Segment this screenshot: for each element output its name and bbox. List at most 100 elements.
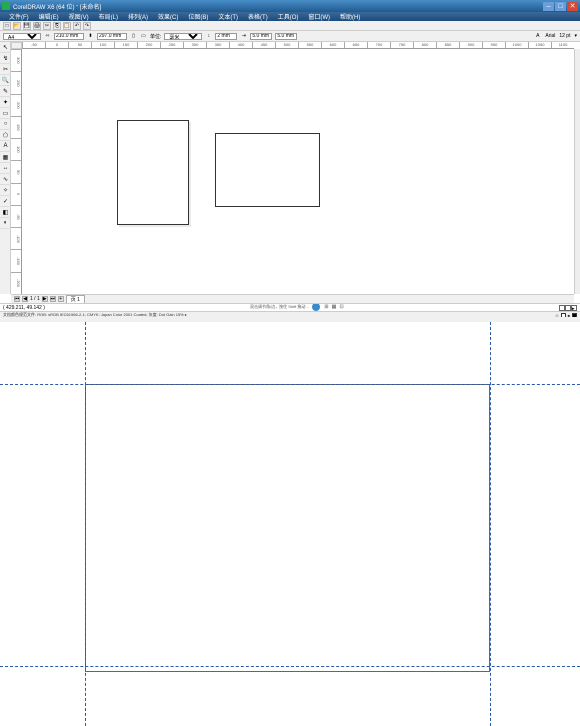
menu-item-6[interactable]: 位图(B) bbox=[183, 12, 213, 21]
menu-bar: 文件(F)编辑(E)视图(V)布局(L)排列(A)效果(C)位图(B)文本(T)… bbox=[0, 12, 580, 21]
landscape-icon[interactable]: ▭ bbox=[140, 33, 147, 40]
menu-item-7[interactable]: 文本(T) bbox=[213, 12, 243, 21]
ruler-h-tick: 150 bbox=[114, 42, 137, 48]
ruler-h-tick: 550 bbox=[298, 42, 321, 48]
menu-item-3[interactable]: 布局(L) bbox=[94, 12, 123, 21]
ruler-v-tick: 150 bbox=[11, 116, 21, 138]
palette-swatch-none[interactable] bbox=[565, 305, 571, 311]
menu-item-8[interactable]: 表格(T) bbox=[243, 12, 273, 21]
page-counter: 1 / 1 bbox=[30, 296, 40, 302]
window-maximize-button[interactable]: □ bbox=[555, 2, 566, 11]
drawing-canvas[interactable] bbox=[22, 49, 574, 294]
page-width-input[interactable] bbox=[54, 33, 84, 40]
tool-outline[interactable]: ◐ bbox=[0, 218, 11, 229]
window-minimize-button[interactable]: – bbox=[543, 2, 554, 11]
ruler-v-tick: -150 bbox=[11, 249, 21, 271]
ruler-h-tick: 0 bbox=[45, 42, 68, 48]
ruler-v-tick: -200 bbox=[11, 272, 21, 294]
units-select[interactable]: 毫米 bbox=[164, 33, 202, 40]
tool-effects[interactable]: ✧ bbox=[0, 185, 11, 196]
copy-button[interactable]: ⎘ bbox=[53, 22, 61, 30]
tool-text[interactable]: A bbox=[0, 141, 11, 152]
ruler-h-tick: -50 bbox=[22, 42, 45, 48]
tool-pick[interactable]: ↖ bbox=[0, 42, 11, 53]
ruler-h-tick: 250 bbox=[160, 42, 183, 48]
ruler-v-tick: 200 bbox=[11, 94, 21, 116]
dup-x-input[interactable] bbox=[250, 33, 272, 40]
paper-size-select[interactable]: A4 bbox=[3, 33, 41, 40]
nudge-input[interactable] bbox=[215, 33, 237, 40]
ruler-h-tick: 500 bbox=[275, 42, 298, 48]
tool-fill[interactable]: ◧ bbox=[0, 207, 11, 218]
page-height-input[interactable] bbox=[97, 33, 127, 40]
menu-item-10[interactable]: 窗口(W) bbox=[303, 12, 335, 21]
font-name[interactable]: Arial bbox=[545, 33, 555, 39]
cut-button[interactable]: ✂ bbox=[43, 22, 51, 30]
units-label: 单位: bbox=[150, 33, 161, 40]
vertical-guide[interactable] bbox=[85, 322, 86, 726]
rectangle-object-2[interactable] bbox=[215, 133, 320, 207]
tool-crop[interactable]: ✂ bbox=[0, 64, 11, 75]
font-icon: A bbox=[534, 33, 541, 40]
open-button[interactable]: 📂 bbox=[13, 22, 21, 30]
page-navigator: ⏮ ◀ 1 / 1 ▶ ⏭ + 页 1 bbox=[11, 294, 574, 303]
vertical-ruler[interactable]: 300250200150100500-50-100-150-200 bbox=[11, 49, 22, 294]
tool-dimension[interactable]: ↔ bbox=[0, 163, 11, 174]
dup-y-input[interactable] bbox=[275, 33, 297, 40]
doc-title: [未命名] bbox=[80, 2, 101, 11]
ruler-h-tick: 400 bbox=[229, 42, 252, 48]
tool-connector[interactable]: ∿ bbox=[0, 174, 11, 185]
ruler-v-tick: -50 bbox=[11, 205, 21, 227]
vertical-guide[interactable] bbox=[490, 322, 491, 726]
tool-ellipse[interactable]: ○ bbox=[0, 119, 11, 130]
portrait-icon[interactable]: ▯ bbox=[130, 33, 137, 40]
horizontal-guide[interactable] bbox=[0, 384, 580, 385]
horizontal-ruler[interactable]: -500501001502002503003504004505005506006… bbox=[22, 42, 574, 49]
ruler-h-tick: 100 bbox=[91, 42, 114, 48]
menu-item-0[interactable]: 文件(F) bbox=[4, 12, 34, 21]
palette-expand-icon[interactable]: ▸ bbox=[571, 305, 577, 311]
horizontal-guide[interactable] bbox=[0, 666, 580, 667]
rectangle-object-1[interactable] bbox=[117, 120, 189, 225]
first-page-button[interactable]: ⏮ bbox=[14, 296, 20, 302]
nudge-icon: ↕ bbox=[205, 33, 212, 40]
menu-item-11[interactable]: 帮助(H) bbox=[335, 12, 365, 21]
vertical-scrollbar[interactable] bbox=[574, 49, 580, 294]
menu-item-2[interactable]: 视图(V) bbox=[64, 12, 94, 21]
tool-shape[interactable]: ↯ bbox=[0, 53, 11, 64]
ruler-v-tick: 50 bbox=[11, 160, 21, 182]
standard-toolbar: □ 📂 💾 🖨 ✂ ⎘ 📋 ↶ ↷ bbox=[0, 21, 580, 31]
tool-zoom[interactable]: 🔍 bbox=[0, 75, 11, 86]
print-button[interactable]: 🖨 bbox=[33, 22, 41, 30]
ruler-v-tick: 250 bbox=[11, 71, 21, 93]
ruler-corner[interactable] bbox=[11, 42, 22, 49]
tool-smart[interactable]: ✦ bbox=[0, 97, 11, 108]
new-button[interactable]: □ bbox=[3, 22, 11, 30]
redo-button[interactable]: ↷ bbox=[83, 22, 91, 30]
ruler-h-tick: 700 bbox=[367, 42, 390, 48]
ruler-h-tick: 350 bbox=[206, 42, 229, 48]
tool-rectangle[interactable]: ▭ bbox=[0, 108, 11, 119]
ruler-h-tick: 1000 bbox=[505, 42, 528, 48]
menu-item-9[interactable]: 工具(O) bbox=[273, 12, 304, 21]
window-close-button[interactable]: ✕ bbox=[567, 2, 578, 11]
expand-icon[interactable]: ▾ bbox=[574, 33, 577, 39]
prev-page-button[interactable]: ◀ bbox=[22, 296, 28, 302]
undo-button[interactable]: ↶ bbox=[73, 22, 81, 30]
save-button[interactable]: 💾 bbox=[23, 22, 31, 30]
menu-item-1[interactable]: 编辑(E) bbox=[34, 12, 64, 21]
menu-item-5[interactable]: 效果(C) bbox=[153, 12, 183, 21]
next-page-button[interactable]: ▶ bbox=[42, 296, 48, 302]
color-palette-row: ( 429.211, 49.142 ) ▸ bbox=[0, 303, 580, 311]
add-page-button[interactable]: + bbox=[58, 296, 64, 302]
paste-button[interactable]: 📋 bbox=[63, 22, 71, 30]
menu-item-4[interactable]: 排列(A) bbox=[123, 12, 153, 21]
font-size[interactable]: 12 pt bbox=[559, 33, 570, 39]
tool-freehand[interactable]: ✎ bbox=[0, 86, 11, 97]
last-page-button[interactable]: ⏭ bbox=[50, 296, 56, 302]
tool-eyedropper[interactable]: ✓ bbox=[0, 196, 11, 207]
title-bar: CorelDRAW X6 (64 位) - [未命名] – □ ✕ bbox=[0, 0, 580, 12]
tool-table[interactable]: ▦ bbox=[0, 152, 11, 163]
tool-polygon[interactable]: ⬠ bbox=[0, 130, 11, 141]
guides-preview-panel bbox=[0, 322, 580, 726]
